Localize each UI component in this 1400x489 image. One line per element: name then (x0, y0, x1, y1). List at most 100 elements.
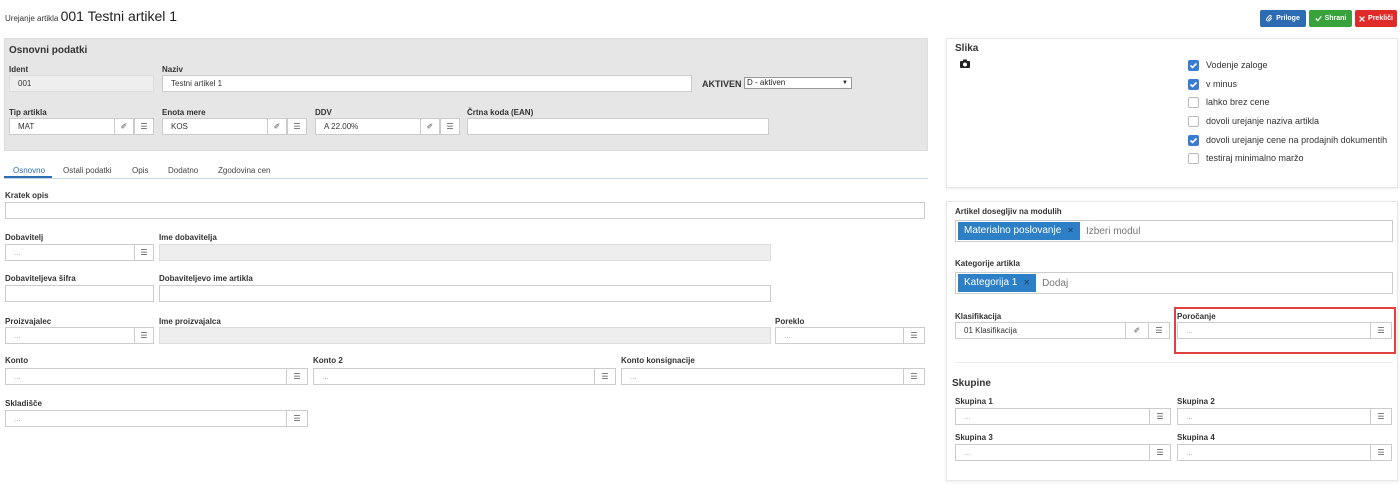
manufacturer-field[interactable]: ... (5, 327, 135, 344)
remove-tag-icon[interactable]: ✕ (1023, 274, 1030, 292)
manufacturer-name-field (159, 327, 771, 344)
ean-label: Črtna koda (EAN) (467, 108, 534, 117)
list-icon: ☰ (140, 122, 148, 131)
group1-list-button[interactable]: ☰ (1149, 408, 1171, 425)
ident-label: Ident (9, 65, 29, 74)
account-list-button[interactable]: ☰ (286, 368, 308, 385)
paperclip-icon (1266, 15, 1273, 22)
origin-list-button[interactable]: ☰ (903, 327, 925, 344)
classification-field[interactable]: 01 Klasifikacija (955, 322, 1126, 339)
active-label: AKTIVEN (702, 79, 742, 89)
vat-label: DDV (315, 108, 332, 117)
page-title: Urejanje artikla 001 Testni artikel 1 (5, 8, 177, 24)
tab-opis[interactable]: Opis (132, 166, 148, 175)
group4-label: Skupina 4 (1177, 433, 1215, 442)
check-icon (1189, 81, 1198, 88)
modules-input[interactable]: Materialno poslovanje ✕ Izberi modul (955, 220, 1393, 242)
group3-label: Skupina 3 (955, 433, 993, 442)
ident-field: 001 (9, 75, 154, 92)
list-icon: ☰ (1377, 412, 1385, 421)
checkbox-label: dovoli urejanje naziva artikla (1206, 116, 1320, 126)
warehouse-field[interactable]: ... (5, 410, 287, 427)
short-desc-label: Kratek opis (5, 191, 49, 200)
group3-field[interactable]: ... (955, 444, 1150, 461)
active-select[interactable]: D - aktiven ▼ (744, 77, 852, 89)
group3-list-button[interactable]: ☰ (1149, 444, 1171, 461)
unit-field[interactable]: KOS (162, 118, 268, 135)
checkbox-negative[interactable] (1188, 79, 1199, 90)
reporting-label: Poročanje (1177, 312, 1216, 321)
checkbox-no-price[interactable] (1188, 97, 1199, 108)
supplier-name-label: Ime dobavitelja (159, 233, 217, 242)
account2-list-button[interactable]: ☰ (594, 368, 616, 385)
checkbox-edit-name[interactable] (1188, 116, 1199, 127)
supplier-label: Dobavitelj (5, 233, 44, 242)
module-tag[interactable]: Materialno poslovanje ✕ (958, 222, 1080, 240)
panel-divider (955, 362, 1393, 363)
supplier-code-field[interactable] (5, 285, 154, 302)
account2-field[interactable]: ... (313, 368, 595, 385)
short-desc-field[interactable] (5, 202, 925, 219)
article-title: 001 Testni artikel 1 (60, 8, 178, 24)
reporting-list-button[interactable]: ☰ (1370, 322, 1392, 339)
list-icon: ☰ (910, 372, 918, 381)
supplier-list-button[interactable]: ☰ (134, 244, 154, 261)
ean-field[interactable] (467, 118, 769, 135)
attachments-button[interactable]: Priloge (1260, 10, 1306, 27)
list-icon: ☰ (601, 372, 609, 381)
cancel-button[interactable]: Prekliči (1355, 10, 1397, 27)
category-tag[interactable]: Kategorija 1 ✕ (958, 274, 1037, 292)
list-icon: ☰ (1377, 326, 1385, 335)
group4-field[interactable]: ... (1177, 444, 1371, 461)
type-list-button[interactable]: ☰ (134, 118, 154, 135)
modules-label: Artikel dosegljiv na modulih (955, 207, 1062, 216)
supplier-item-name-field[interactable] (159, 285, 771, 302)
save-button[interactable]: Shrani (1309, 10, 1352, 27)
vat-clear-button[interactable]: ✐ (420, 118, 440, 135)
list-icon: ☰ (1377, 448, 1385, 457)
tab-dodatno[interactable]: Dodatno (168, 166, 198, 175)
checkbox-min-margin[interactable] (1188, 153, 1199, 164)
type-clear-button[interactable]: ✐ (114, 118, 134, 135)
eraser-icon: ✐ (120, 122, 128, 131)
type-label: Tip artikla (9, 108, 47, 117)
camera-icon[interactable] (960, 59, 970, 68)
vat-list-button[interactable]: ☰ (440, 118, 460, 135)
checkbox-stock-tracking[interactable] (1188, 60, 1199, 71)
group4-list-button[interactable]: ☰ (1370, 444, 1392, 461)
tab-ostali-podatki[interactable]: Ostali podatki (63, 166, 111, 175)
tab-zgodovina-cen[interactable]: Zgodovina cen (218, 166, 270, 175)
list-icon: ☰ (1156, 412, 1164, 421)
warehouse-label: Skladišče (5, 399, 42, 408)
type-field[interactable]: MAT (9, 118, 115, 135)
dropdown-arrow-icon: ▼ (842, 80, 848, 86)
name-field[interactable]: Testni artikel 1 (162, 75, 692, 92)
warehouse-list-button[interactable]: ☰ (286, 410, 308, 427)
checkbox-edit-price[interactable] (1188, 135, 1199, 146)
account-label: Konto (5, 356, 29, 365)
classification-clear-button[interactable]: ✐ (1125, 322, 1149, 339)
remove-tag-icon[interactable]: ✕ (1067, 222, 1074, 240)
vat-field[interactable]: A 22.00% (315, 118, 421, 135)
page-subtitle: Urejanje artikla (5, 14, 59, 23)
consignment-account-field[interactable]: ... (621, 368, 904, 385)
eraser-icon: ✐ (426, 122, 434, 131)
manufacturer-label: Proizvajalec (5, 317, 52, 326)
unit-list-button[interactable]: ☰ (287, 118, 307, 135)
account-field[interactable]: ... (5, 368, 287, 385)
manufacturer-list-button[interactable]: ☰ (134, 327, 154, 344)
categories-input[interactable]: Kategorija 1 ✕ Dodaj (955, 272, 1393, 294)
group2-field[interactable]: ... (1177, 408, 1371, 425)
group1-field[interactable]: ... (955, 408, 1150, 425)
classification-list-button[interactable]: ☰ (1148, 322, 1170, 339)
checkbox-label: testiraj minimalno maržo (1206, 153, 1304, 163)
reporting-field[interactable]: ... (1177, 322, 1371, 339)
unit-clear-button[interactable]: ✐ (267, 118, 287, 135)
image-title: Slika (955, 43, 979, 54)
origin-field[interactable]: ... (775, 327, 904, 344)
group2-list-button[interactable]: ☰ (1370, 408, 1392, 425)
check-icon (1314, 15, 1322, 22)
tab-osnovno[interactable]: Osnovno (13, 166, 45, 175)
consignment-account-list-button[interactable]: ☰ (903, 368, 925, 385)
supplier-field[interactable]: ... (5, 244, 135, 261)
